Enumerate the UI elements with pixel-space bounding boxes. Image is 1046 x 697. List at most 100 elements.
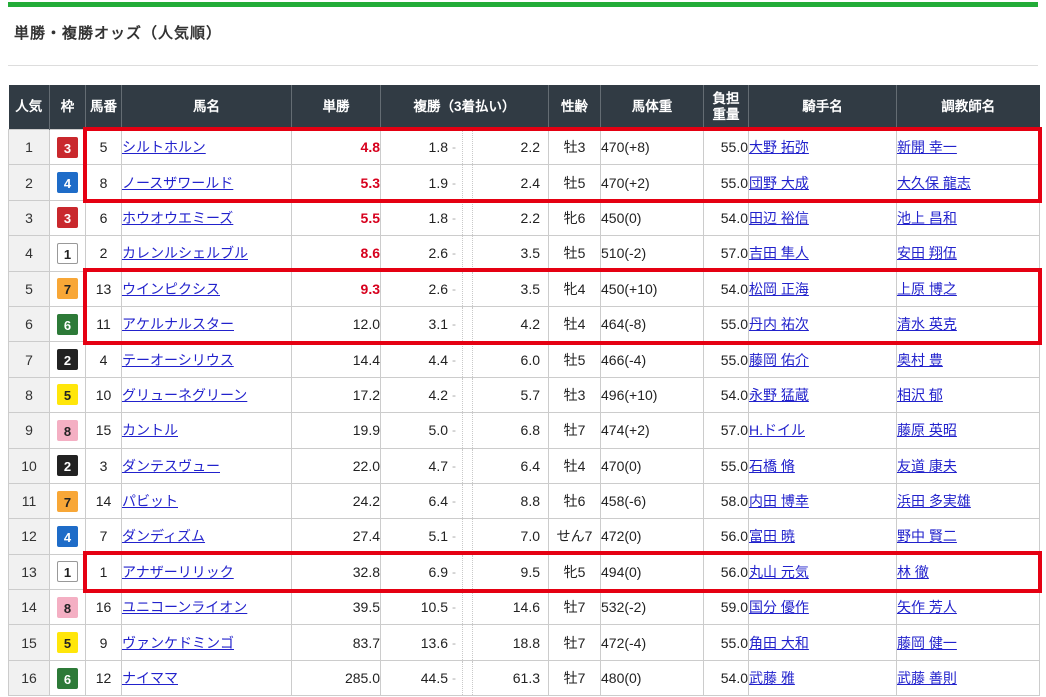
horse-no-cell: 4 (86, 342, 122, 377)
horse-no-cell: 15 (86, 413, 122, 448)
rank-cell: 7 (9, 342, 50, 377)
trainer-link[interactable]: 藤原 英昭 (897, 422, 957, 438)
jockey-link[interactable]: 永野 猛蔵 (749, 387, 809, 403)
place-low-value: 5.1 (381, 528, 448, 544)
trainer-link[interactable]: 奥村 豊 (897, 352, 943, 368)
trainer-link[interactable]: 浜田 多実雄 (897, 493, 971, 509)
place-low-value: 1.8 (381, 210, 448, 226)
jockey-link[interactable]: 大野 拓弥 (749, 139, 809, 155)
place-high-value: 7.0 (473, 528, 548, 544)
jockey-link[interactable]: 角田 大和 (749, 635, 809, 651)
horse-name-link[interactable]: ホウオウエミーズ (122, 210, 233, 226)
jockey-link[interactable]: 内田 博幸 (749, 493, 809, 509)
horse-name-link[interactable]: アケルナルスター (122, 316, 234, 332)
trainer-cell: 上原 博之 (897, 271, 1040, 306)
place-dash: - (452, 388, 456, 402)
place-low-value: 2.6 (381, 245, 448, 261)
jockey-link[interactable]: 富田 暁 (749, 528, 795, 544)
load-cell: 55.0 (704, 165, 749, 200)
win-odds-cell: 12.0 (292, 306, 381, 341)
weight-cell: 450(+10) (601, 271, 704, 306)
rank-cell: 8 (9, 377, 50, 412)
horse-name-link[interactable]: ダンディズム (122, 528, 205, 544)
place-high-value: 61.3 (473, 670, 548, 686)
sex-age-cell: 牝4 (549, 271, 601, 306)
place-high-value: 6.4 (473, 458, 548, 474)
jockey-link[interactable]: 藤岡 佑介 (749, 352, 809, 368)
horse-name-link[interactable]: シルトホルン (122, 139, 206, 155)
jockey-cell: 富田 暁 (749, 519, 897, 554)
trainer-link[interactable]: 安田 翔伍 (897, 245, 957, 261)
trainer-link[interactable]: 武藤 善則 (897, 670, 957, 686)
jockey-link[interactable]: 丸山 元気 (749, 564, 809, 580)
frame-cell: 7 (50, 483, 86, 518)
horse-name-cell: シルトホルン (122, 130, 292, 165)
horse-name-link[interactable]: ノースザワールド (122, 175, 233, 191)
horse-name-cell: ダンディズム (122, 519, 292, 554)
horse-name-cell: ユニコーンライオン (122, 590, 292, 625)
rank-cell: 5 (9, 271, 50, 306)
trainer-link[interactable]: 池上 昌和 (897, 210, 957, 226)
place-separator (462, 307, 473, 341)
horse-name-link[interactable]: アナザーリリック (122, 564, 234, 580)
win-odds-cell: 8.6 (292, 236, 381, 271)
frame-badge: 7 (57, 491, 78, 512)
weight-cell: 458(-6) (601, 483, 704, 518)
horse-name-link[interactable]: ヴァンケドミンゴ (122, 635, 234, 651)
jockey-link[interactable]: 吉田 隼人 (749, 245, 809, 261)
horse-name-cell: ダンテスヴュー (122, 448, 292, 483)
horse-no-cell: 14 (86, 483, 122, 518)
horse-name-link[interactable]: カレンルシェルブル (122, 245, 248, 261)
horse-no-cell: 13 (86, 271, 122, 306)
frame-badge: 8 (57, 597, 78, 618)
trainer-link[interactable]: 友道 康夫 (897, 458, 957, 474)
place-odds-cell: 1.8 - 2.2 (381, 130, 549, 165)
table-row: 15 5 9 ヴァンケドミンゴ 83.7 13.6 - 18.8 牡7 472(… (9, 625, 1040, 660)
rank-cell: 10 (9, 448, 50, 483)
jockey-link[interactable]: 団野 大成 (749, 175, 809, 191)
place-odds-cell: 6.9 - 9.5 (381, 554, 549, 589)
jockey-link[interactable]: H.ドイル (749, 422, 805, 438)
trainer-link[interactable]: 清水 英克 (897, 316, 957, 332)
trainer-link[interactable]: 大久保 龍志 (897, 175, 971, 191)
trainer-link[interactable]: 野中 賢二 (897, 528, 957, 544)
place-odds-cell: 4.7 - 6.4 (381, 448, 549, 483)
horse-name-link[interactable]: テーオーシリウス (122, 352, 234, 368)
weight-cell: 466(-4) (601, 342, 704, 377)
table-row: 2 4 8 ノースザワールド 5.3 1.9 - 2.4 牡5 470(+2) … (9, 165, 1040, 200)
trainer-link[interactable]: 上原 博之 (897, 281, 957, 297)
horse-name-link[interactable]: ダンテスヴュー (122, 458, 220, 474)
rank-cell: 9 (9, 413, 50, 448)
place-odds-cell: 44.5 - 61.3 (381, 660, 549, 695)
trainer-link[interactable]: 矢作 芳人 (897, 599, 957, 615)
jockey-cell: 団野 大成 (749, 165, 897, 200)
jockey-link[interactable]: 武藤 雅 (749, 670, 795, 686)
jockey-link[interactable]: 田辺 裕信 (749, 210, 809, 226)
place-odds-cell: 2.6 - 3.5 (381, 271, 549, 306)
horse-no-cell: 2 (86, 236, 122, 271)
horse-name-link[interactable]: ナイママ (122, 670, 178, 686)
horse-name-link[interactable]: ユニコーンライオン (122, 599, 247, 615)
horse-name-link[interactable]: グリューネグリーン (122, 387, 247, 403)
jockey-link[interactable]: 国分 優作 (749, 599, 809, 615)
jockey-link[interactable]: 丹内 祐次 (749, 316, 809, 332)
rank-cell: 14 (9, 590, 50, 625)
jockey-link[interactable]: 松岡 正海 (749, 281, 809, 297)
horse-name-link[interactable]: パビット (122, 493, 178, 509)
jockey-link[interactable]: 石橋 脩 (749, 458, 795, 474)
trainer-cell: 藤岡 健一 (897, 625, 1040, 660)
jockey-cell: 丹内 祐次 (749, 306, 897, 341)
place-high-value: 14.6 (473, 599, 548, 615)
sex-age-cell: 牝5 (549, 554, 601, 589)
table-row: 16 6 12 ナイママ 285.0 44.5 - 61.3 牡7 480(0)… (9, 660, 1040, 695)
trainer-link[interactable]: 林 徹 (897, 564, 929, 580)
horse-no-cell: 8 (86, 165, 122, 200)
horse-name-link[interactable]: カントル (122, 422, 178, 438)
load-cell: 56.0 (704, 554, 749, 589)
sex-age-cell: 牡7 (549, 590, 601, 625)
trainer-link[interactable]: 相沢 郁 (897, 387, 943, 403)
trainer-link[interactable]: 藤岡 健一 (897, 635, 957, 651)
horse-name-link[interactable]: ウインピクシス (122, 281, 220, 297)
trainer-link[interactable]: 新開 幸一 (897, 139, 957, 155)
place-separator (462, 272, 473, 306)
